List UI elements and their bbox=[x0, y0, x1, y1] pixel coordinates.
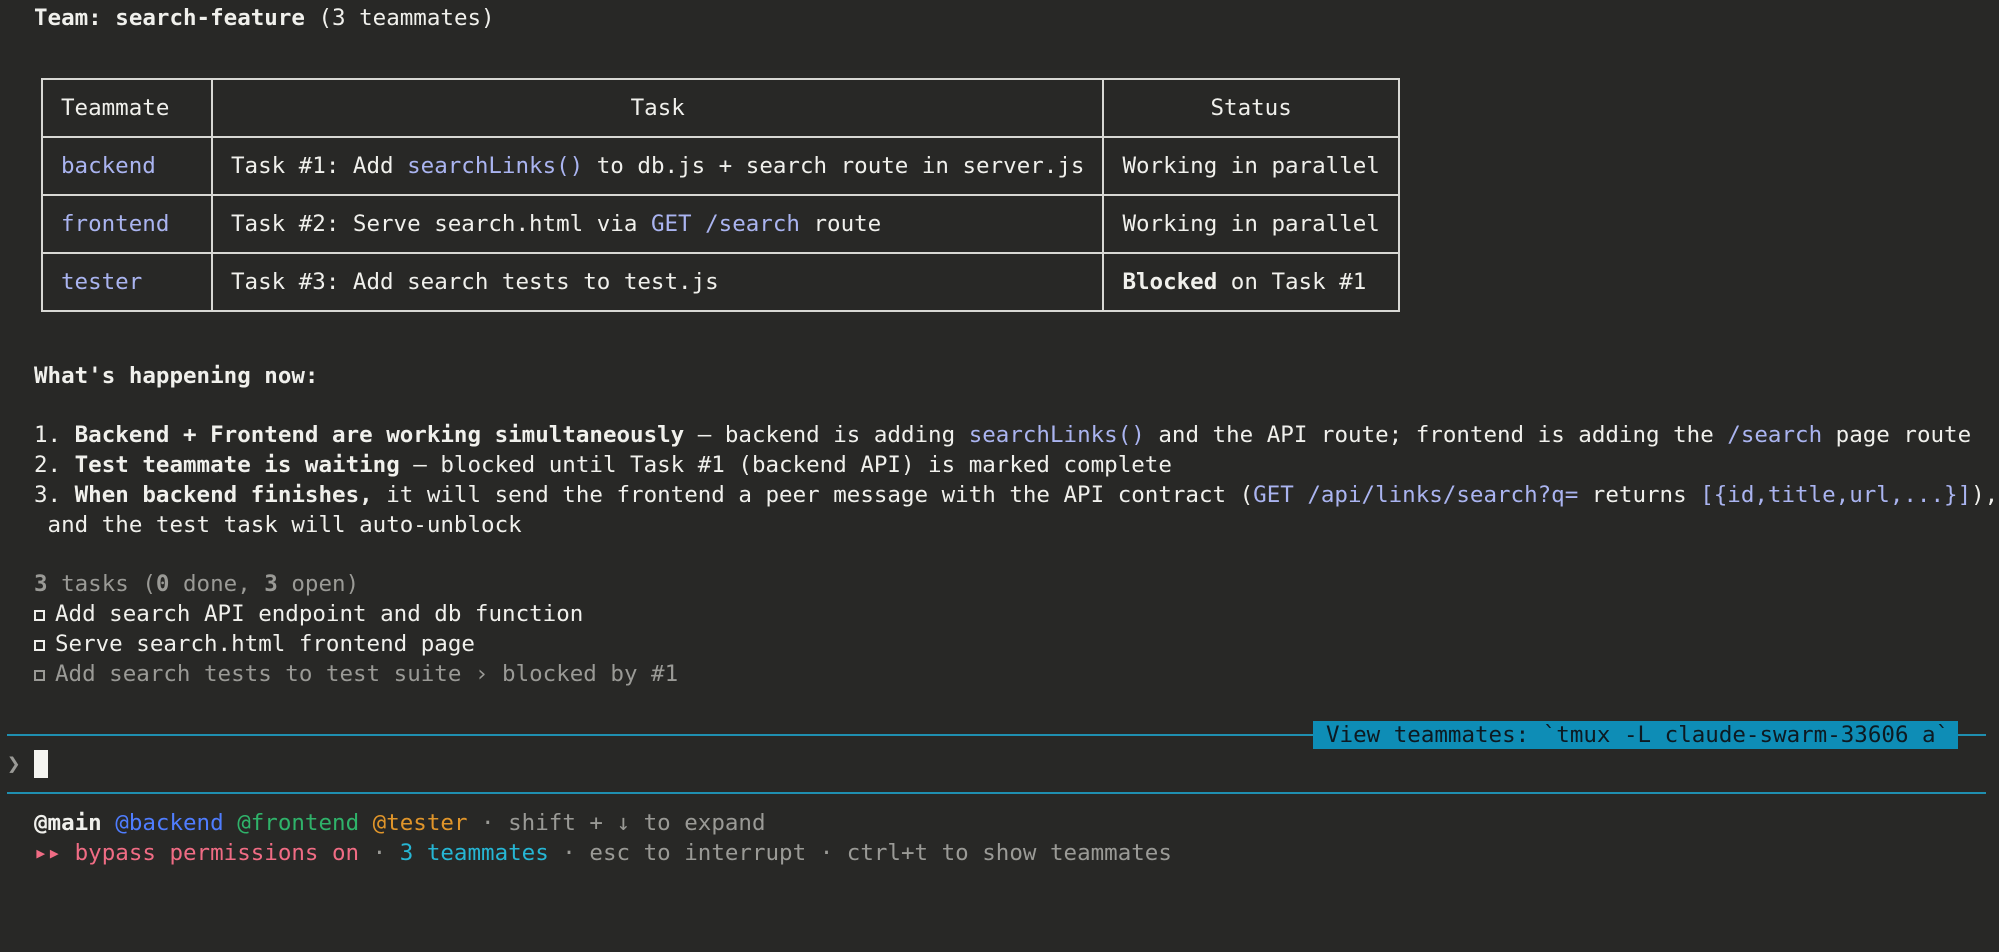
item-number: 3. bbox=[34, 482, 75, 508]
team-label: Team: bbox=[34, 5, 116, 31]
item-text: — blocked until Task #1 (backend API) is… bbox=[399, 452, 1172, 478]
teammate-name-tester: tester bbox=[41, 252, 213, 312]
item-text: page route bbox=[1822, 422, 1972, 448]
item-bold: Test teammate is waiting bbox=[74, 452, 400, 478]
happening-heading: What's happening now: bbox=[34, 363, 319, 389]
item-number: 1. bbox=[34, 422, 75, 448]
team-count: (3 teammates) bbox=[304, 5, 495, 31]
item-number: 2. bbox=[34, 452, 75, 478]
teammate-name-backend: backend bbox=[41, 136, 213, 196]
tasks-label: tasks ( bbox=[47, 571, 156, 597]
task-cell: Task #1: Add searchLinks() to db.js + se… bbox=[210, 136, 1105, 196]
task-text: Task #3: Add search tests to test.js bbox=[231, 269, 719, 295]
task-text: Task #2: Serve search.html via bbox=[231, 211, 651, 237]
item-text: it will send the frontend a peer message… bbox=[372, 482, 1254, 508]
happening-item: 2. Test teammate is waiting — blocked un… bbox=[34, 450, 1172, 480]
item-bold: When backend finishes, bbox=[74, 482, 373, 508]
happening-item: 1. Backend + Frontend are working simult… bbox=[34, 420, 1971, 450]
item-code: /search bbox=[1727, 422, 1823, 448]
task-code: GET /search bbox=[650, 211, 800, 237]
status-cell: Blocked on Task #1 bbox=[1102, 252, 1400, 312]
item-text: ), bbox=[1971, 482, 1999, 508]
item-code: [{id,title,url,...}] bbox=[1700, 482, 1972, 508]
task-text: Task #1: Add bbox=[231, 153, 408, 179]
team-header: Team: search-feature (3 teammates) bbox=[34, 3, 495, 33]
task-list-label: Add search API endpoint and db function bbox=[55, 601, 584, 627]
item-code: searchLinks() bbox=[968, 422, 1145, 448]
status-cell: Working in parallel bbox=[1102, 136, 1400, 196]
tasks-open: 3 bbox=[264, 571, 278, 597]
checkbox-icon bbox=[34, 640, 45, 651]
task-list-label: Serve search.html frontend page bbox=[55, 631, 475, 657]
prompt-chevron-icon: ❯ bbox=[7, 751, 21, 777]
table-header-row: Teammate Task Status bbox=[41, 78, 1400, 138]
checkbox-icon bbox=[34, 610, 45, 621]
column-header-status: Status bbox=[1102, 78, 1400, 138]
task-text: route bbox=[799, 211, 882, 237]
teammate-name-frontend: frontend bbox=[41, 194, 213, 254]
task-list-item: Serve search.html frontend page bbox=[34, 629, 475, 659]
checkbox-icon bbox=[34, 670, 45, 681]
prompt-input-cursor[interactable] bbox=[34, 750, 48, 778]
status-bar: ▸▸ bypass permissions on · 3 teammates ·… bbox=[34, 838, 1172, 868]
teammates-count[interactable]: 3 teammates bbox=[400, 840, 549, 866]
view-teammates-banner: View teammates: `tmux -L claude-swarm-33… bbox=[1313, 721, 1958, 749]
tasks-label: open) bbox=[277, 571, 360, 597]
item-text: and the API route; frontend is adding th… bbox=[1144, 422, 1728, 448]
table-row: backend Task #1: Add searchLinks() to db… bbox=[41, 136, 1400, 196]
happening-item: 3. When backend finishes, it will send t… bbox=[34, 480, 1998, 510]
column-header-task: Task bbox=[210, 78, 1105, 138]
item-bold: Backend + Frontend are working simultane… bbox=[74, 422, 685, 448]
task-text: to db.js + search route in server.js bbox=[583, 153, 1085, 179]
interrupt-hint: · esc to interrupt · ctrl+t to show team… bbox=[548, 840, 1172, 866]
item-text: returns bbox=[1578, 482, 1701, 508]
status-text: on Task #1 bbox=[1217, 269, 1367, 295]
task-cell: Task #2: Serve search.html via GET /sear… bbox=[210, 194, 1105, 254]
task-list-item: Add search API endpoint and db function bbox=[34, 599, 583, 629]
table-row: tester Task #3: Add search tests to test… bbox=[41, 252, 1400, 312]
prompt-top-divider bbox=[7, 734, 1313, 736]
tasks-count: 3 bbox=[34, 571, 48, 597]
tasks-label: done, bbox=[169, 571, 265, 597]
mention-tester[interactable]: @tester bbox=[373, 810, 468, 836]
table-row: frontend Task #2: Serve search.html via … bbox=[41, 194, 1400, 254]
prompt-bottom-divider bbox=[7, 792, 1986, 794]
item-code: GET /api/links/search?q= bbox=[1253, 482, 1579, 508]
item-text: — backend is adding bbox=[684, 422, 969, 448]
task-cell: Task #3: Add search tests to test.js bbox=[210, 252, 1105, 312]
task-code: searchLinks() bbox=[407, 153, 584, 179]
expand-hint: · shift + ↓ to expand bbox=[467, 810, 766, 836]
teammate-table: Teammate Task Status backend Task #1: Ad… bbox=[41, 78, 1400, 312]
tasks-done: 0 bbox=[155, 571, 170, 597]
task-list-label: Add search tests to test suite › blocked… bbox=[55, 661, 679, 687]
happening-item-continuation: and the test task will auto-unblock bbox=[34, 512, 522, 538]
mention-main[interactable]: @main bbox=[34, 810, 102, 836]
column-header-teammate: Teammate bbox=[41, 78, 213, 138]
status-text: Working in parallel bbox=[1122, 211, 1380, 237]
prompt-top-divider-right bbox=[1958, 734, 1986, 736]
status-text: Working in parallel bbox=[1122, 153, 1380, 179]
status-bold: Blocked bbox=[1122, 269, 1218, 295]
bypass-permissions-status: ▸▸ bypass permissions on bbox=[34, 840, 360, 866]
mention-bar: @main @backend @frontend @tester · shift… bbox=[34, 808, 766, 838]
team-name: search-feature bbox=[115, 5, 305, 31]
mention-backend[interactable]: @backend bbox=[115, 810, 223, 836]
separator: · bbox=[359, 840, 400, 866]
task-list-item: Add search tests to test suite › blocked… bbox=[34, 659, 678, 689]
tasks-summary: 3 tasks (0 done, 3 open) bbox=[34, 569, 359, 599]
mention-frontend[interactable]: @frontend bbox=[237, 810, 359, 836]
status-cell: Working in parallel bbox=[1102, 194, 1400, 254]
